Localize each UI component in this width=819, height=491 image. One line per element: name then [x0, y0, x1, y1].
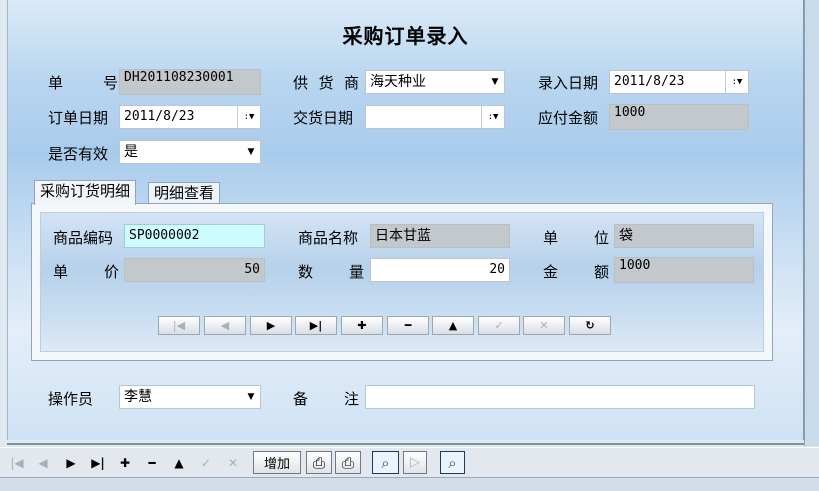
page-title: 采购订单录入 — [342, 24, 469, 48]
operator-label: 操作员 — [48, 390, 94, 408]
is-valid-value: 是 — [124, 144, 138, 160]
order-entry-form: 采购订单录入 单号 DH201108230001 供货商 海天种业 ▼ 录入日期… — [7, 0, 805, 440]
print-icon[interactable]: ⎙ — [306, 451, 332, 474]
supplier-label: 供货商 — [293, 74, 359, 92]
cancel-icon[interactable]: ✕ — [222, 453, 244, 473]
next-record-icon[interactable]: ▶ — [60, 453, 82, 473]
operator-value: 李慧 — [124, 389, 152, 405]
is-valid-select[interactable]: 是 ▼ — [119, 140, 261, 164]
delivery-date-field[interactable]: :▼ — [365, 105, 505, 129]
supplier-value: 海天种业 — [370, 74, 426, 90]
print-preview-icon[interactable]: ⎙ — [335, 451, 361, 474]
add-button[interactable]: 增加 — [253, 451, 301, 474]
check-icon[interactable]: ✓ — [195, 453, 217, 473]
payable-amount-label: 应付金额 — [538, 109, 599, 127]
payable-amount-field[interactable]: 1000 — [609, 104, 749, 130]
product-name-label: 商品名称 — [298, 229, 359, 247]
amount-label: 金额 — [543, 263, 609, 281]
supplier-select[interactable]: 海天种业 ▼ — [365, 70, 505, 94]
first-record-icon[interactable]: |◀ — [158, 316, 200, 335]
chevron-down-icon[interactable]: :▼ — [237, 106, 260, 128]
plus-icon[interactable]: ✚ — [114, 453, 136, 473]
play-icon[interactable]: ▷ — [403, 451, 427, 474]
right-panel-edge — [804, 0, 819, 446]
plus-icon[interactable]: ✚ — [341, 316, 383, 335]
chevron-down-icon[interactable]: :▼ — [481, 106, 504, 128]
order-no-label: 单号 — [48, 74, 118, 92]
product-code-label: 商品编码 — [53, 229, 114, 247]
prev-record-icon[interactable]: ◀ — [32, 453, 54, 473]
prev-record-icon[interactable]: ◀ — [204, 316, 246, 335]
minus-icon[interactable]: ━ — [387, 316, 429, 335]
chevron-down-icon[interactable]: ▼ — [486, 71, 504, 93]
order-date-field[interactable]: 2011/8/23 :▼ — [119, 105, 261, 129]
last-record-icon[interactable]: ▶| — [87, 453, 109, 473]
tab-purchase-detail[interactable]: 采购订货明细 — [34, 180, 137, 205]
order-no-field[interactable]: DH201108230001 — [119, 69, 261, 95]
order-date-label: 订单日期 — [48, 109, 109, 127]
edit-icon[interactable]: ▲ — [168, 453, 190, 473]
product-code-field[interactable]: SP0000002 — [124, 224, 265, 248]
price-label: 单价 — [53, 263, 119, 281]
tab-detail-view[interactable]: 明细查看 — [148, 182, 221, 205]
unit-label: 单位 — [543, 229, 609, 247]
remark-field[interactable] — [365, 385, 755, 409]
entry-date-field[interactable]: 2011/8/23 :▼ — [609, 70, 749, 94]
zoom-icon[interactable]: ⌕ — [440, 451, 465, 474]
chevron-down-icon[interactable]: :▼ — [725, 71, 748, 93]
remark-label: 备注 — [293, 390, 359, 408]
refresh-icon[interactable]: ↻ — [569, 316, 611, 335]
product-name-field[interactable]: 日本甘蓝 — [370, 224, 510, 248]
operator-select[interactable]: 李慧 ▼ — [119, 385, 261, 409]
quantity-label: 数量 — [298, 263, 364, 281]
delivery-date-label: 交货日期 — [293, 109, 354, 127]
check-icon[interactable]: ✓ — [478, 316, 520, 335]
is-valid-label: 是否有效 — [48, 145, 109, 163]
chevron-down-icon[interactable]: ▼ — [242, 386, 260, 408]
divider — [7, 443, 804, 445]
unit-field[interactable]: 袋 — [614, 224, 754, 248]
minus-icon[interactable]: ━ — [141, 453, 163, 473]
first-record-icon[interactable]: |◀ — [6, 453, 28, 473]
quantity-field[interactable]: 20 — [370, 258, 510, 282]
amount-field[interactable]: 1000 — [614, 257, 754, 283]
entry-date-value: 2011/8/23 — [614, 74, 685, 89]
price-field[interactable]: 50 — [124, 258, 265, 282]
last-record-icon[interactable]: ▶| — [295, 316, 337, 335]
cancel-icon[interactable]: ✕ — [523, 316, 565, 335]
chevron-down-icon[interactable]: ▼ — [242, 141, 260, 163]
entry-date-label: 录入日期 — [538, 74, 599, 92]
edit-icon[interactable]: ▲ — [432, 316, 474, 335]
next-record-icon[interactable]: ▶ — [250, 316, 292, 335]
bottom-toolbar: |◀ ◀ ▶ ▶| ✚ ━ ▲ ✓ ✕ 增加 ⎙ ⎙ ⌕ ▷ ⌕ — [0, 447, 819, 478]
order-date-value: 2011/8/23 — [124, 109, 195, 124]
search-icon[interactable]: ⌕ — [372, 451, 399, 474]
status-strip — [0, 477, 819, 491]
